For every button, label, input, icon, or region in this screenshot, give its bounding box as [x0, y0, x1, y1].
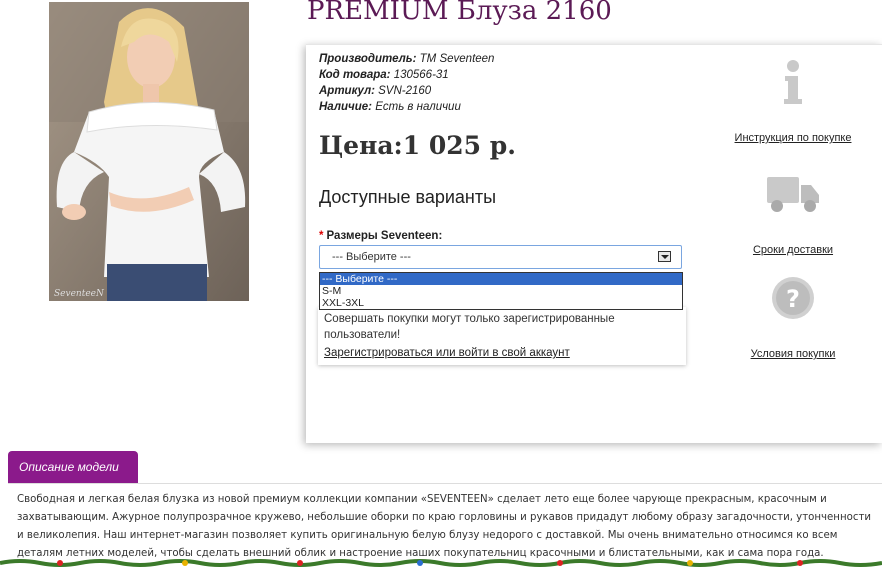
- question-icon: ?: [772, 277, 814, 319]
- product-title: PREMIUM Блуза 2160: [307, 0, 612, 26]
- option-placeholder[interactable]: --- Выберите ---: [320, 273, 682, 285]
- side-link-delivery[interactable]: Сроки доставки: [718, 169, 868, 256]
- size-select[interactable]: --- Выберите ---: [319, 245, 682, 269]
- size-dropdown-list[interactable]: --- Выберите --- S-M XXL-3XL: [319, 272, 683, 310]
- variants-heading: Доступные варианты: [319, 187, 497, 207]
- size-label: * Размеры Seventeen:: [319, 230, 443, 242]
- product-info-card: Производитель: TM Seventeen Код товара: …: [306, 44, 882, 443]
- chevron-down-icon[interactable]: [658, 251, 671, 262]
- info-icon: [784, 60, 802, 104]
- truck-icon: [767, 177, 819, 212]
- required-mark: *: [319, 230, 324, 242]
- side-link-terms[interactable]: ? Условия покупки: [718, 275, 868, 360]
- spec-article: Артикул: SVN-2160: [319, 85, 432, 97]
- svg-text:?: ?: [786, 285, 800, 313]
- option-xxl-3xl[interactable]: XXL-3XL: [320, 297, 682, 309]
- side-link-instructions[interactable]: Инструкция по покупке: [718, 57, 868, 144]
- product-specs: Производитель: TM Seventeen Код товара: …: [319, 51, 494, 115]
- register-login-link[interactable]: Зарегистрироваться или войти в свой акка…: [324, 345, 570, 361]
- notice-text: Совершать покупки могут только зарегистр…: [324, 313, 615, 341]
- tab-model-description[interactable]: Описание модели: [8, 451, 138, 484]
- product-photo[interactable]: SeventeeN: [49, 2, 249, 301]
- option-s-m[interactable]: S-M: [320, 285, 682, 297]
- spec-product-code: Код товара: 130566-31: [319, 69, 449, 81]
- login-notice: Совершать покупки могут только зарегистр…: [318, 307, 686, 365]
- product-description: Свободная и легкая белая блузка из новой…: [17, 494, 872, 559]
- spec-availability: Наличие: Есть в наличии: [319, 101, 461, 113]
- garland-decoration: [0, 559, 882, 567]
- svg-text:SeventeeN: SeventeeN: [54, 289, 105, 299]
- price: Цена:1 025 р.: [319, 131, 516, 160]
- spec-manufacturer: Производитель: TM Seventeen: [319, 53, 495, 65]
